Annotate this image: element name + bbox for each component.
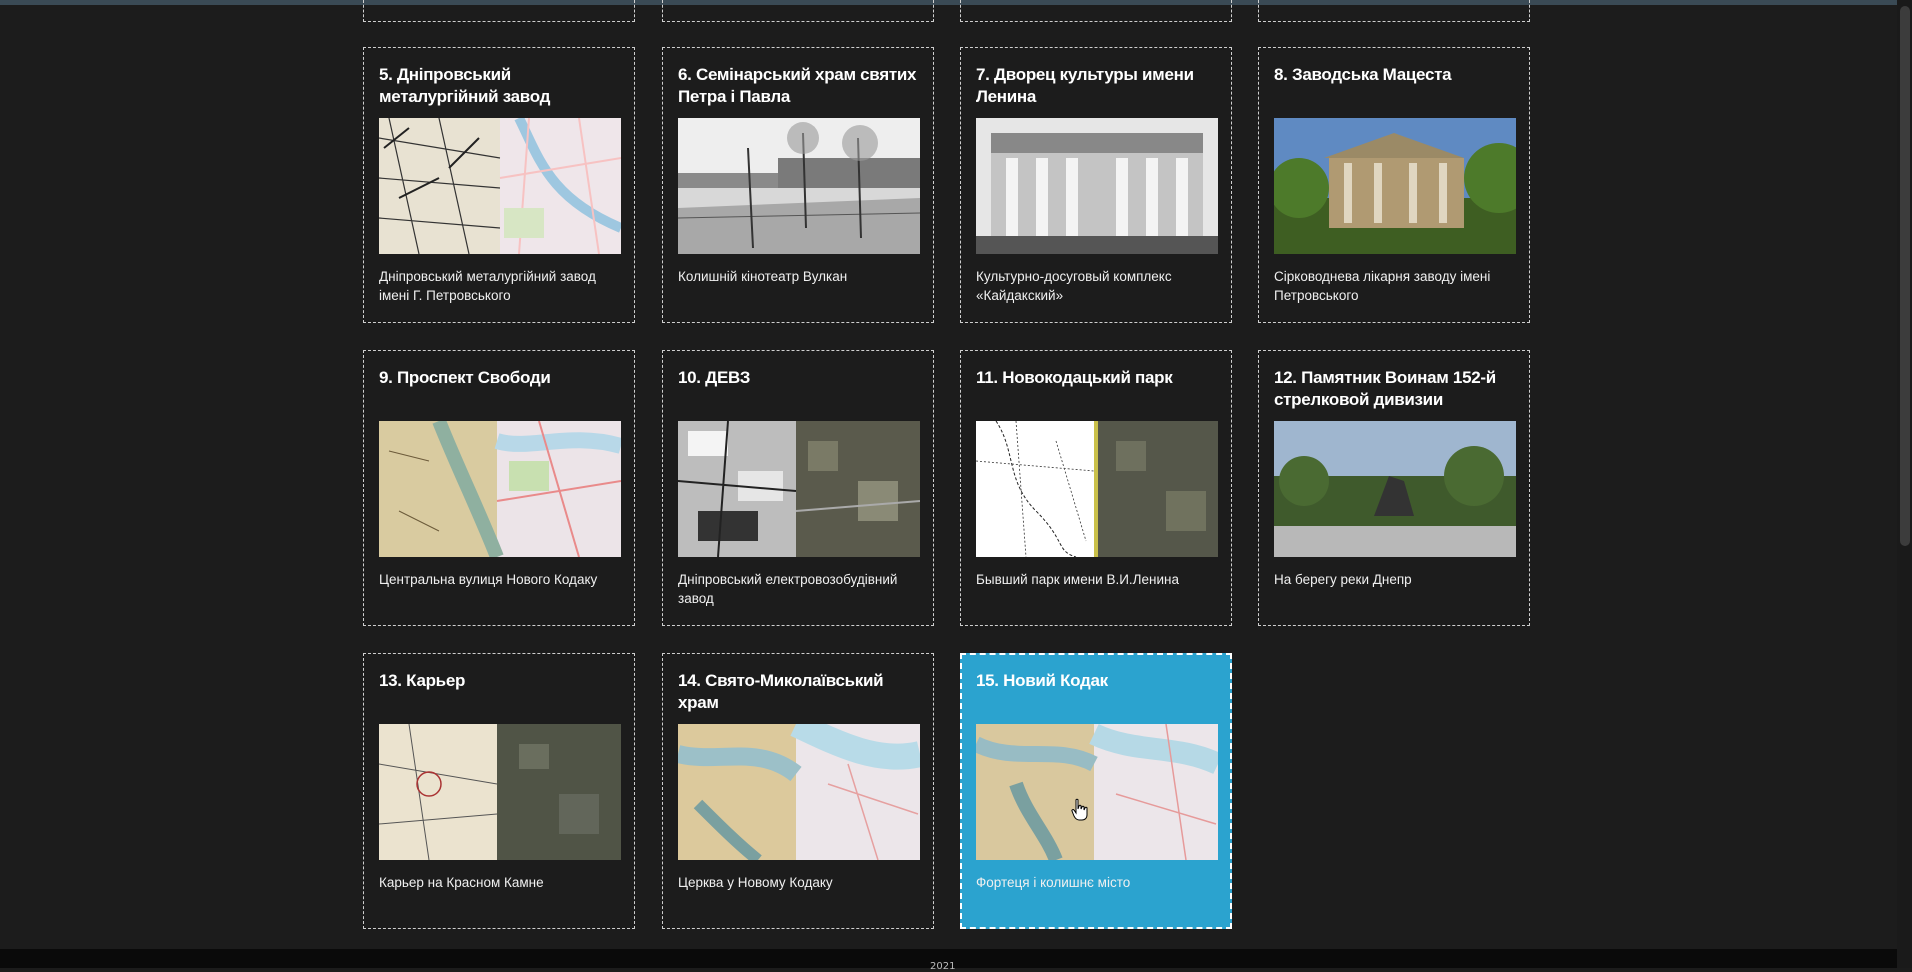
photo-ruined-building (1274, 118, 1516, 254)
card-caption: Бывший парк имени В.И.Ленина (976, 572, 1179, 587)
card-novokodatsky-park[interactable]: 11. Новокодацький парк Бывший парк имени… (960, 350, 1232, 626)
card-caption: Культурно-досуговый комплекс «Кайдакский… (976, 269, 1172, 303)
card-seminary-church[interactable]: 6. Семінарський храм святих Петра і Павл… (662, 47, 934, 323)
card-caption: Фортеця і колишнє місто (976, 875, 1131, 890)
card-caption: Церква у Новому Кодаку (678, 875, 833, 890)
satellite-overlay-image (678, 421, 920, 557)
card-partial[interactable] (960, 0, 1232, 22)
card-devz[interactable]: 10. ДЕВЗ Дніпровський електровозобудівни… (662, 350, 934, 626)
card-title: 8. Заводська Мацеста (1274, 65, 1452, 84)
card-caption: На берегу реки Днепр (1274, 572, 1412, 587)
card-title: 12. Памятник Воинам 152-й стрелковой див… (1274, 368, 1496, 409)
card-partial[interactable] (662, 0, 934, 22)
card-partial[interactable] (363, 0, 635, 22)
card-svobody-avenue[interactable]: 9. Проспект Свободи Центральна вулиця Но… (363, 350, 635, 626)
map-satellite-image (379, 724, 621, 860)
browser-top-edge (0, 0, 1912, 5)
scrollbar-track[interactable] (1897, 0, 1912, 968)
sketch-satellite-image (976, 421, 1218, 557)
page-footer: 2021 (0, 949, 1897, 972)
hand-cursor-icon (1071, 798, 1088, 821)
card-152-division-monument[interactable]: 12. Памятник Воинам 152-й стрелковой див… (1258, 350, 1530, 626)
card-caption: Центральна вулиця Нового Кодаку (379, 572, 598, 587)
card-caption: Карьер на Красном Камне (379, 875, 544, 890)
card-title: 10. ДЕВЗ (678, 368, 751, 387)
card-title: 13. Карьер (379, 671, 466, 690)
card-caption: Сірководнева лікарня заводу імені Петров… (1274, 269, 1491, 303)
card-partial[interactable] (1258, 0, 1530, 22)
scrollbar-thumb[interactable] (1900, 6, 1910, 546)
card-title: 15. Новий Кодак (976, 671, 1108, 690)
card-title: 7. Дворец культуры имени Ленина (976, 65, 1194, 106)
card-title: 11. Новокодацький парк (976, 368, 1173, 387)
map-overlay-image (379, 421, 621, 557)
card-title: 14. Свято-Миколаївський храм (678, 671, 884, 712)
card-title: 6. Семінарський храм святих Петра і Павл… (678, 65, 917, 106)
card-lenin-palace[interactable]: 7. Дворец культуры имени Ленина Культурн… (960, 47, 1232, 323)
card-quarry[interactable]: 13. Карьер Карьер на Красном Камне (363, 653, 635, 929)
footer-text: 2021 (930, 961, 956, 972)
old-photo-palace (976, 118, 1218, 254)
map-overlay-image (976, 724, 1218, 860)
card-title: 9. Проспект Свободи (379, 368, 551, 387)
card-caption: Колишній кінотеатр Вулкан (678, 269, 848, 284)
map-overlay-image (379, 118, 621, 254)
card-zavodska-matsesta[interactable]: 8. Заводська Мацеста Сірководнева лікарн… (1258, 47, 1530, 323)
old-photo-street (678, 118, 920, 254)
card-novy-kodak[interactable]: 15. Новий Кодак Фортеця і колишнє місто (960, 653, 1232, 929)
card-dnipro-metallurgical-plant[interactable]: 5. Дніпровський металургійний завод Дніп… (363, 47, 635, 323)
card-title: 5. Дніпровський металургійний завод (379, 65, 551, 106)
card-caption: Дніпровський металургійний завод імені Г… (379, 269, 596, 303)
card-caption: Дніпровський електровозобудівний завод (678, 572, 898, 606)
photo-monument (1274, 421, 1516, 557)
card-st-nicholas-church[interactable]: 14. Свято-Миколаївський храм Церква у Но… (662, 653, 934, 929)
map-overlay-image (678, 724, 920, 860)
